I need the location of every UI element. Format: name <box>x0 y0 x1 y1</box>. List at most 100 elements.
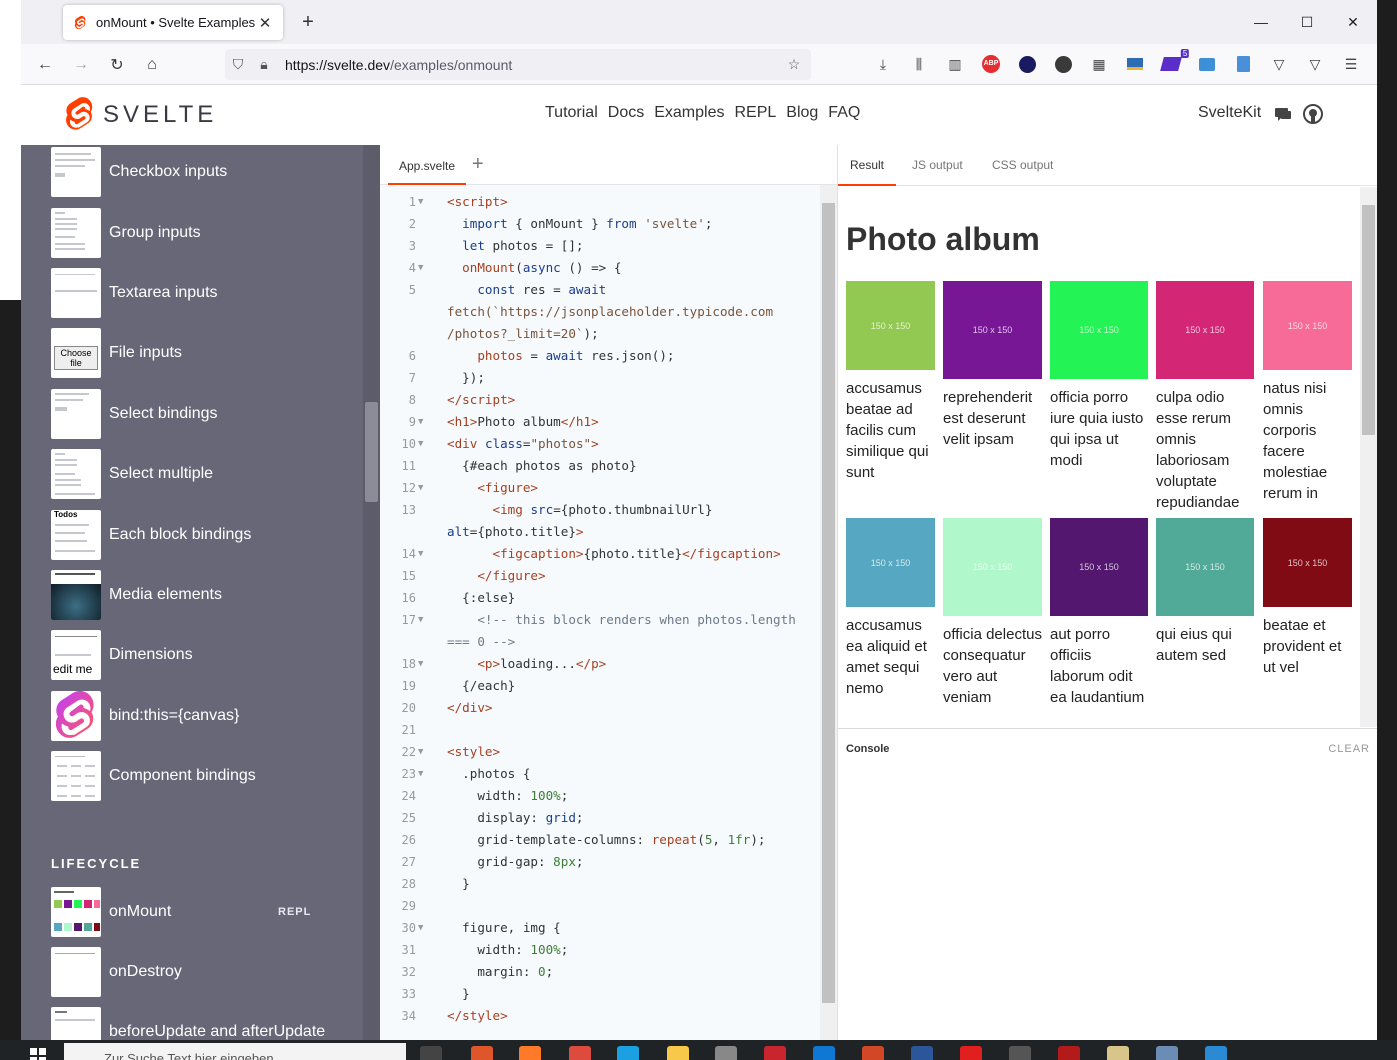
maximize-icon[interactable]: ☐ <box>1284 8 1330 36</box>
app-icon[interactable] <box>1058 1046 1080 1060</box>
taskbar-search-input[interactable]: Zur Suche Text hier eingeben <box>64 1043 406 1060</box>
github-icon[interactable] <box>1303 104 1323 124</box>
brave-app-icon[interactable] <box>471 1046 493 1060</box>
vue-devtools-alt-icon[interactable]: ▽ <box>1304 53 1326 75</box>
sidebar-item-component-bindings[interactable]: Component bindings <box>51 750 363 802</box>
download-icon[interactable]: ⤓ <box>872 53 894 75</box>
sidebar-item-dimensions[interactable]: edit me Dimensions <box>51 629 363 681</box>
tab-js-output[interactable]: JS output <box>912 145 963 186</box>
example-thumbnail <box>51 208 101 258</box>
nav-blog[interactable]: Blog <box>786 104 818 122</box>
nav-faq[interactable]: FAQ <box>828 104 860 122</box>
add-file-button[interactable]: + <box>472 153 484 176</box>
screenshot-extension-icon[interactable] <box>1196 53 1218 75</box>
nav-repl[interactable]: REPL <box>734 104 776 122</box>
document-extension-icon[interactable] <box>1232 53 1254 75</box>
svelte-logo[interactable]: SVELTE <box>65 97 217 132</box>
outlook-app-icon[interactable] <box>813 1046 835 1060</box>
sidebar-item-select-bindings[interactable]: Select bindings <box>51 388 363 440</box>
reader-view-icon[interactable]: ▥ <box>944 53 966 75</box>
password-extension-icon[interactable] <box>1016 53 1038 75</box>
app-icon[interactable] <box>1009 1046 1031 1060</box>
shield-icon[interactable]: ⛉ <box>225 56 251 73</box>
layers-extension-icon[interactable]: 5 <box>1160 49 1189 75</box>
sidebar-item-checkbox-inputs[interactable]: Checkbox inputs <box>51 146 363 198</box>
windows-start-icon[interactable] <box>30 1048 46 1060</box>
reload-icon[interactable]: ↻ <box>104 52 130 78</box>
console-clear-button[interactable]: CLEAR <box>1328 743 1370 755</box>
word-app-icon[interactable] <box>911 1046 933 1060</box>
result-scroll-thumb[interactable] <box>1362 205 1375 435</box>
tab-close-icon[interactable]: ✕ <box>257 14 273 32</box>
library-icon[interactable]: ⫼ <box>908 53 930 75</box>
nav-docs[interactable]: Docs <box>608 104 644 122</box>
photo-thumbnail: 150 x 150 <box>943 281 1042 379</box>
sidebar-item-textarea-inputs[interactable]: Textarea inputs <box>51 267 363 319</box>
sidebar-item-media-elements[interactable]: Media elements <box>51 569 363 621</box>
color-picker-extension-icon[interactable] <box>1124 53 1146 75</box>
chrome-app-icon[interactable] <box>569 1046 591 1060</box>
chat-icon[interactable] <box>1273 104 1293 124</box>
svelte-logo-icon <box>66 97 93 130</box>
code-line: === 0 --> <box>447 634 516 649</box>
example-thumbnail <box>51 268 101 318</box>
nav-examples[interactable]: Examples <box>654 104 724 122</box>
tab-css-output[interactable]: CSS output <box>992 145 1053 186</box>
result-frame[interactable]: Photo album 150 x 150 accusamus beatae ad… <box>838 187 1360 727</box>
sidebar-item-select-multiple[interactable]: Select multiple <box>51 448 363 500</box>
app-icon[interactable] <box>764 1046 786 1060</box>
tab-result[interactable]: Result <box>838 145 897 186</box>
sidebar-item-group-inputs[interactable]: Group inputs <box>51 207 363 259</box>
sidebar-item-bind-this-canvas[interactable]: bind:this={canvas} <box>51 690 363 742</box>
acrobat-app-icon[interactable] <box>960 1046 982 1060</box>
sidebar-item-each-block-bindings[interactable]: Todos Each block bindings <box>51 509 363 561</box>
sidebar-scroll-thumb[interactable] <box>365 402 378 502</box>
editor-scrollbar[interactable] <box>820 185 837 1040</box>
editor-scroll-thumb[interactable] <box>822 203 835 1003</box>
app-icon[interactable] <box>1156 1046 1178 1060</box>
qr-code-icon[interactable]: ▦ <box>1088 53 1110 75</box>
task-view-icon[interactable] <box>420 1046 442 1060</box>
code-editor[interactable]: App.svelte + 1 ▼ <script> 2 import { onMou… <box>380 145 837 1040</box>
tab-title: onMount • Svelte Examples <box>96 15 256 30</box>
new-tab-button[interactable]: + <box>296 10 320 34</box>
nav-sveltekit[interactable]: SvelteKit <box>1198 104 1261 122</box>
sidebar-scrollbar[interactable] <box>363 145 380 1040</box>
vscode-app-icon[interactable] <box>1205 1046 1227 1060</box>
console-label: Console <box>846 743 890 755</box>
tab-app-svelte[interactable]: App.svelte <box>388 145 466 185</box>
minimize-icon[interactable]: — <box>1238 8 1284 36</box>
app-icon[interactable] <box>715 1046 737 1060</box>
browser-window: onMount • Svelte Examples ✕ + — ☐ ✕ ← → … <box>21 0 1377 1040</box>
repl-badge[interactable]: REPL <box>278 906 311 918</box>
lock-icon[interactable]: 🔒︎ <box>251 56 277 73</box>
powerpoint-app-icon[interactable] <box>862 1046 884 1060</box>
sidebar-item-onmount[interactable]: onMount REPL <box>51 886 363 938</box>
photo-caption: natus nisi omnis corporis facere molesti… <box>1263 380 1328 502</box>
home-icon[interactable]: ⌂ <box>139 52 165 78</box>
nav-tutorial[interactable]: Tutorial <box>545 104 598 122</box>
result-scrollbar[interactable] <box>1360 187 1377 727</box>
file-explorer-app-icon[interactable] <box>667 1046 689 1060</box>
browser-tab-active[interactable]: onMount • Svelte Examples ✕ <box>63 5 283 40</box>
code-line: 21 <box>401 723 416 737</box>
sidebar-item-beforeupdate-afterupdate[interactable]: beforeUpdate and afterUpdate <box>51 1006 363 1040</box>
code-line: 3 let photos = []; <box>408 238 584 253</box>
sidebar-item-file-inputs[interactable]: Choose file File inputs <box>51 327 363 379</box>
adblock-extension-icon[interactable]: ABP <box>980 53 1002 75</box>
console-bar: Console CLEAR <box>838 728 1377 766</box>
vue-devtools-icon[interactable]: ▽ <box>1268 53 1290 75</box>
bookmark-star-icon[interactable]: ☆ <box>781 56 807 73</box>
firefox-app-icon[interactable] <box>519 1046 541 1060</box>
editor-tabs: App.svelte + <box>380 145 837 185</box>
privacy-extension-icon[interactable] <box>1052 53 1074 75</box>
forward-arrow-icon[interactable]: → <box>68 52 94 78</box>
close-window-icon[interactable]: ✕ <box>1330 8 1376 36</box>
app-icon[interactable] <box>1107 1046 1129 1060</box>
sidebar-item-ondestroy[interactable]: onDestroy <box>51 946 363 998</box>
hamburger-menu-icon[interactable]: ☰ <box>1340 53 1362 75</box>
sidebar-item-label: onMount <box>109 903 172 920</box>
edge-app-icon[interactable] <box>617 1046 639 1060</box>
url-bar[interactable]: ⛉ 🔒︎ https://svelte.dev/examples/onmount… <box>225 49 811 80</box>
back-arrow-icon[interactable]: ← <box>32 52 58 78</box>
